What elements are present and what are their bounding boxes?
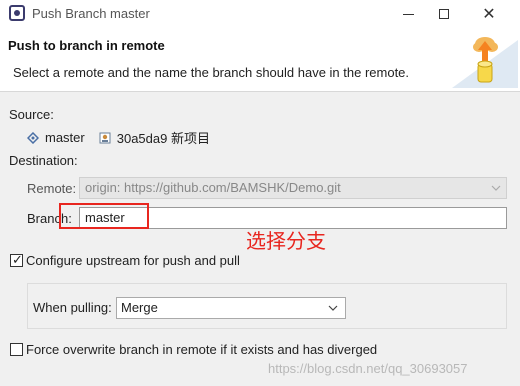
wizard-description: Select a remote and the name the branch … [13, 65, 410, 80]
force-overwrite-checkbox[interactable] [10, 343, 23, 356]
chevron-down-icon [328, 305, 338, 311]
destination-label: Destination: [9, 153, 78, 168]
minimize-icon [402, 13, 414, 15]
maximize-button[interactable] [421, 0, 467, 28]
source-info: master 30a5da9 新项目 [27, 128, 210, 147]
source-commit: 30a5da9 新项目 [116, 131, 210, 146]
annotation-highlight-box [59, 203, 149, 229]
remote-select[interactable]: origin: https://github.com/BAMSHK/Demo.g… [79, 177, 507, 199]
annotation-text: 选择分支 [246, 231, 326, 253]
force-overwrite-label: Force overwrite branch in remote if it e… [26, 342, 378, 357]
when-pulling-label: When pulling: [33, 300, 112, 315]
upstream-label: Configure upstream for push and pull [26, 253, 240, 268]
branch-icon [27, 131, 39, 144]
watermark: https://blog.csdn.net/qq_30693057 [268, 361, 468, 376]
pull-mode-value: Merge [121, 300, 158, 315]
eclipse-app-icon [9, 5, 25, 21]
pull-mode-select[interactable]: Merge [116, 297, 346, 319]
source-label: Source: [9, 107, 54, 122]
wizard-title: Push to branch in remote [8, 38, 165, 53]
maximize-icon [439, 9, 449, 19]
window-title: Push Branch master [32, 6, 150, 21]
source-branch: master [45, 130, 85, 145]
close-icon: ✕ [482, 6, 496, 23]
wizard-header: Push to branch in remote Select a remote… [0, 28, 520, 92]
chevron-down-icon [491, 185, 501, 191]
remote-label: Remote: [27, 181, 77, 196]
close-button[interactable]: ✕ [466, 0, 512, 28]
remote-value: origin: https://github.com/BAMSHK/Demo.g… [85, 180, 341, 195]
upstream-checkbox[interactable]: ✓ [10, 252, 23, 267]
commit-icon [99, 132, 111, 143]
title-bar: Push Branch master ✕ [0, 0, 520, 28]
push-cloud-icon [452, 37, 518, 88]
checkmark-icon: ✓ [12, 252, 23, 267]
